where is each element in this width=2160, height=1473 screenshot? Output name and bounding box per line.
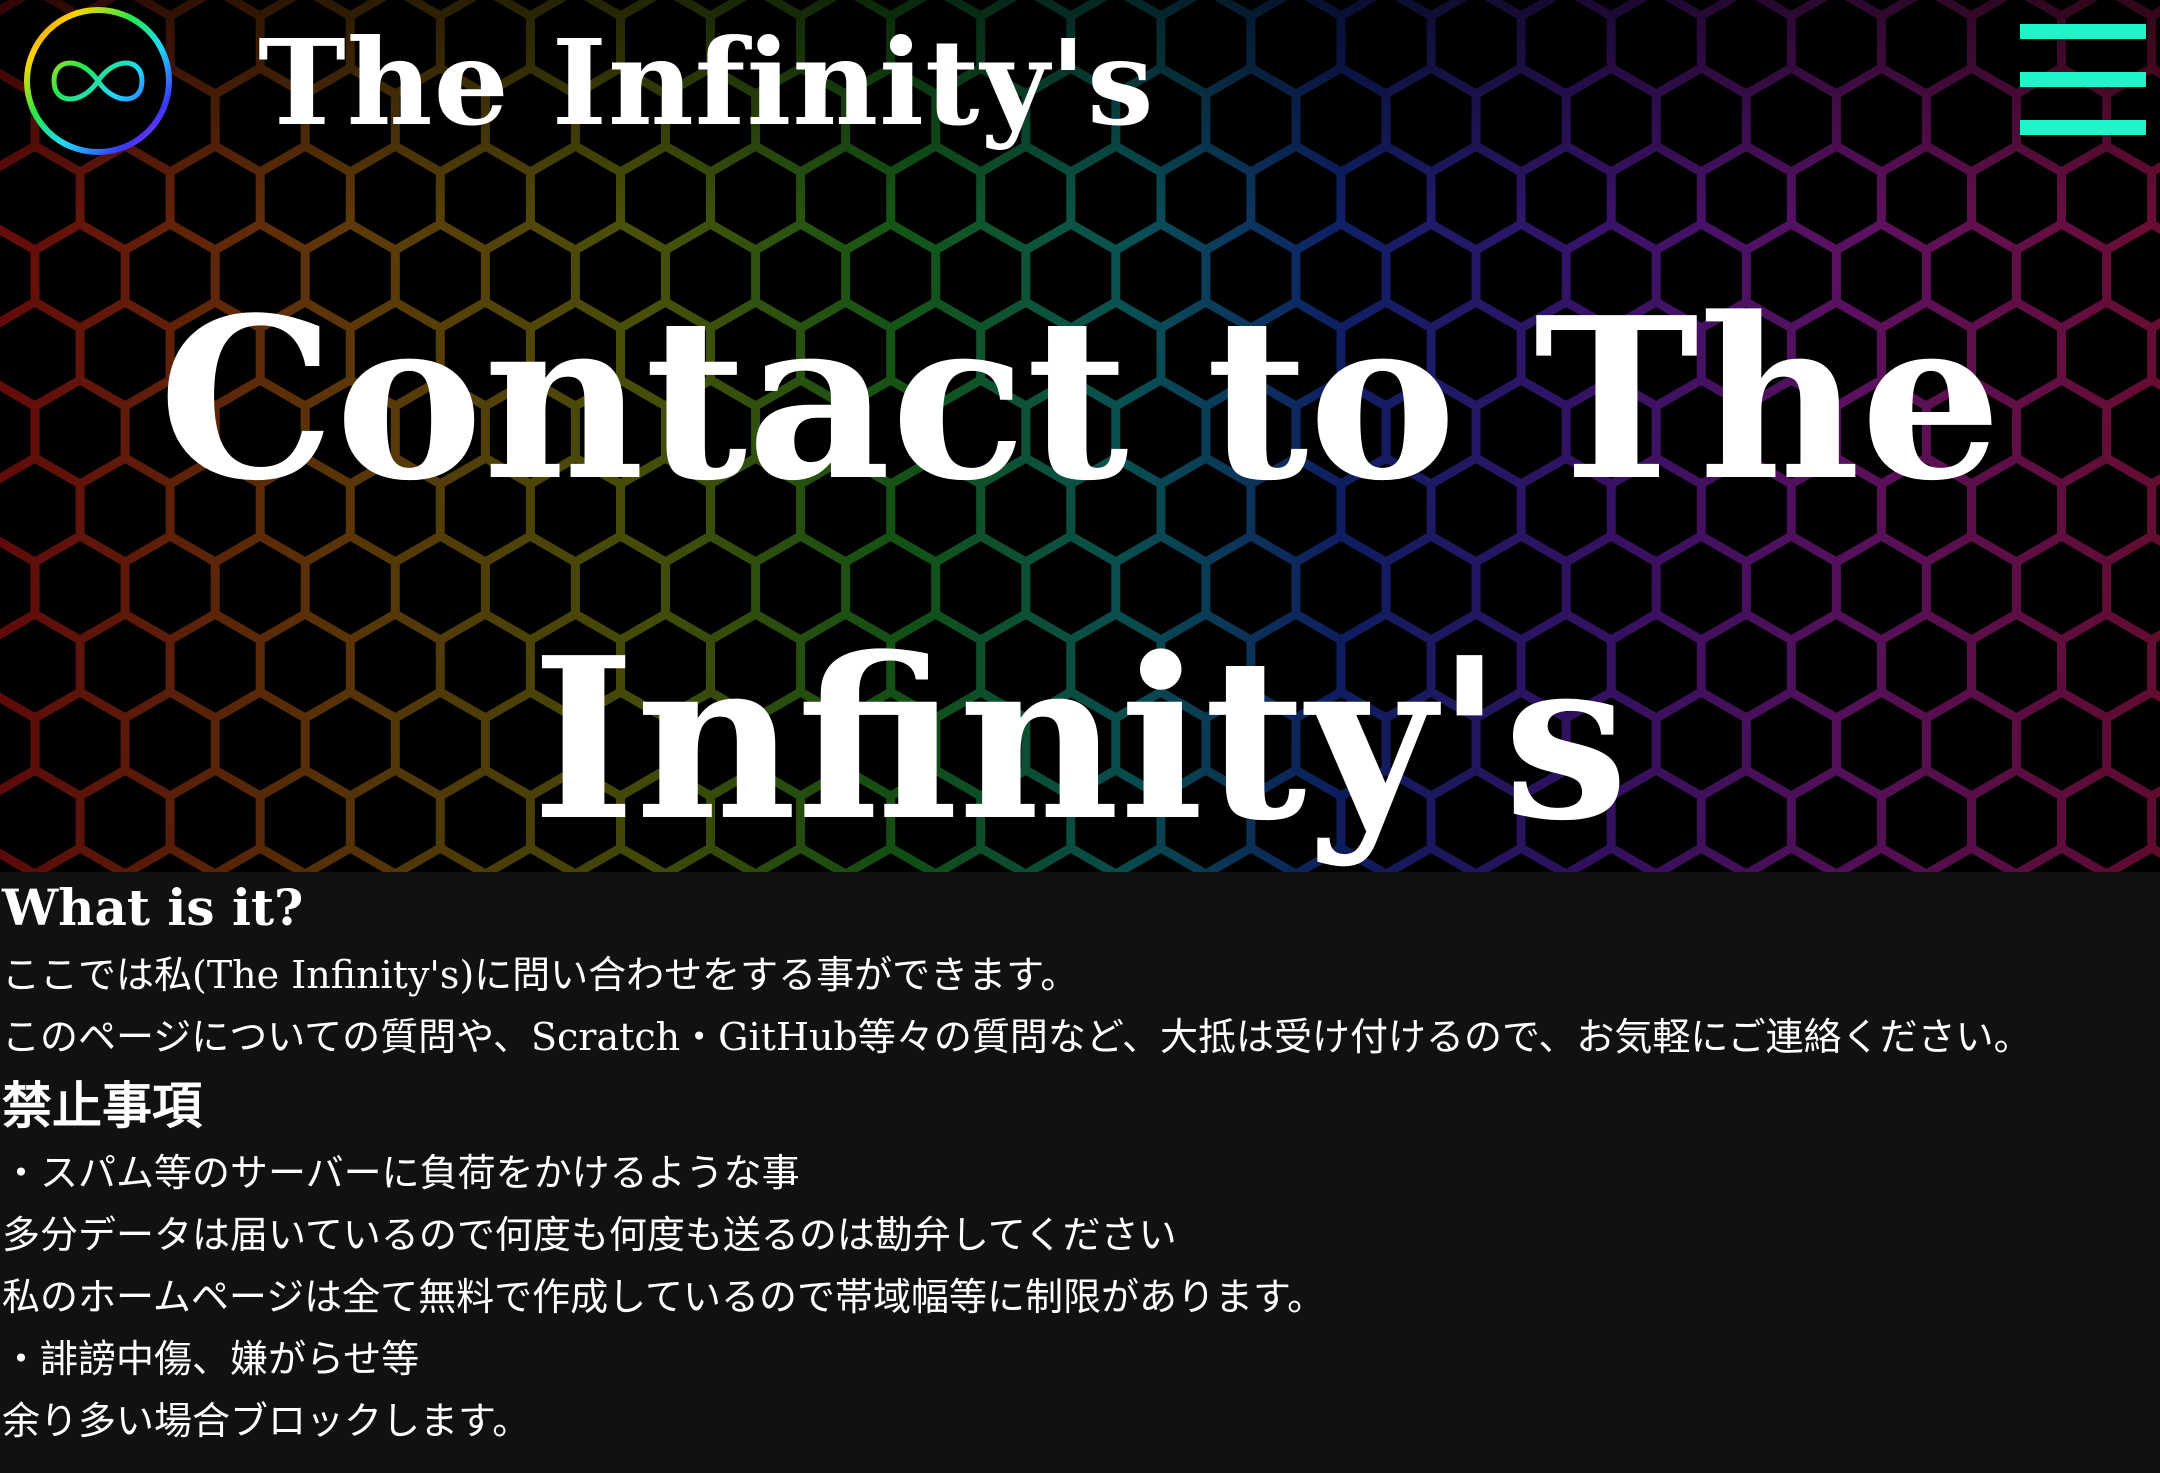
prohibited-line-2: 多分データは届いているので何度も何度も送るのは勘弁してください [2,1213,1177,1257]
content-section: What is it? ここでは私(The Infinity's)に問い合わせを… [0,872,2160,1473]
prohibited-heading: 禁止事項 [2,1076,202,1135]
what-line-2: このページについての質問や、Scratch・GitHub等々の質問など、大抵は受… [2,1015,2032,1059]
menu-bar-middle [2020,72,2146,87]
site-header: The Infinity's [0,0,2160,160]
site-title[interactable]: The Infinity's [258,18,1155,148]
prohibited-line-4: ・誹謗中傷、嫌がらせ等 [2,1337,420,1381]
hero-section: The Infinity's Contact to The Infinity's [0,0,2160,872]
hero-title: Contact to The Infinity's [158,270,2002,870]
menu-bar-bottom [2020,120,2146,135]
infinity-logo-icon[interactable] [22,5,174,157]
what-is-it-heading: What is it? [2,878,304,937]
what-line-1: ここでは私(The Infinity's)に問い合わせをする事ができます。 [2,953,1079,997]
hamburger-menu-icon[interactable] [2020,24,2146,136]
menu-bar-top [2020,24,2146,39]
prohibited-line-1: ・スパム等のサーバーに負荷をかけるような事 [2,1151,800,1195]
prohibited-line-5: 余り多い場合ブロックします。 [2,1399,531,1443]
prohibited-line-3: 私のホームページは全て無料で作成しているので帯域幅等に制限があります。 [2,1275,1326,1319]
